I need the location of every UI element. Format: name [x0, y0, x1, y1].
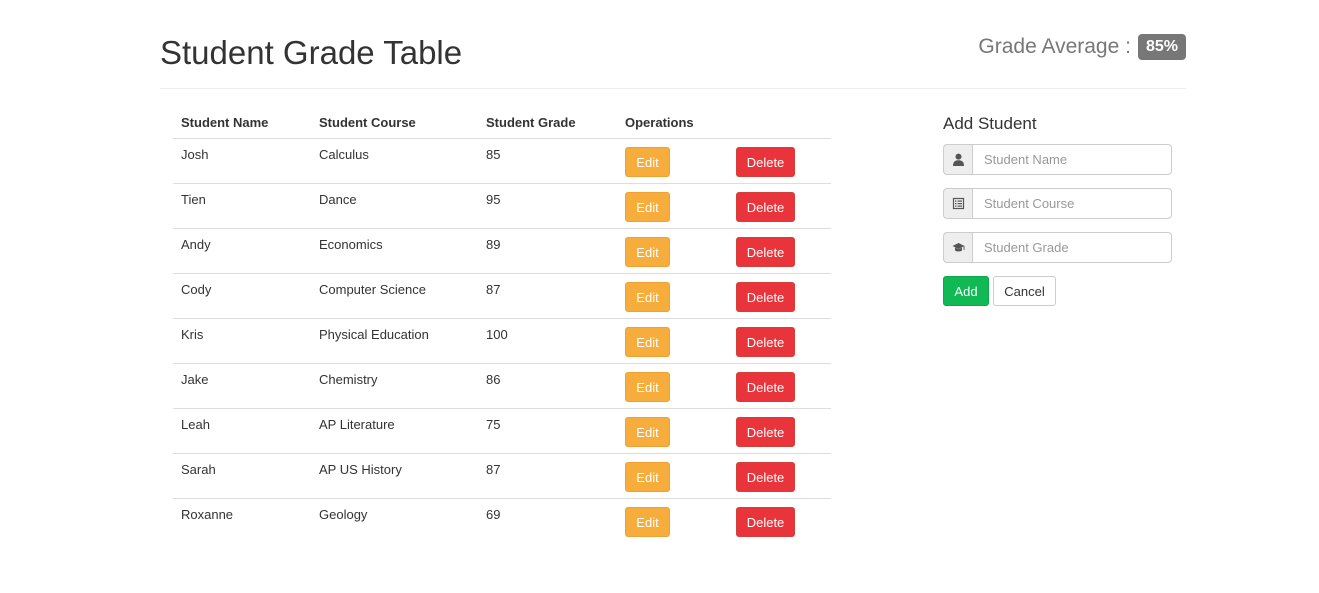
student-course-cell: AP US History [311, 453, 478, 499]
student-name-cell: Cody [173, 273, 311, 319]
column-header-name: Student Name [173, 112, 311, 139]
column-header-operations: Operations [617, 112, 831, 139]
student-course-cell: Chemistry [311, 363, 478, 409]
table-header-row: Student Name Student Course Student Grad… [173, 112, 831, 139]
student-grade-cell: 69 [478, 498, 617, 543]
student-grade-cell: 75 [478, 408, 617, 454]
edit-button[interactable]: Edit [625, 192, 670, 222]
edit-button[interactable]: Edit [625, 417, 670, 447]
operations-cell: Edit Delete [617, 318, 831, 364]
operations-cell: Edit Delete [617, 363, 831, 409]
add-button[interactable]: Add [943, 276, 989, 306]
table-row: Cody Computer Science 87 Edit Delete [173, 273, 831, 319]
operations-cell: Edit Delete [617, 498, 831, 543]
add-student-title: Add Student [943, 114, 1037, 133]
delete-button[interactable]: Delete [736, 237, 795, 267]
table-row: Andy Economics 89 Edit Delete [173, 228, 831, 274]
column-header-grade: Student Grade [478, 112, 617, 139]
student-name-cell: Andy [173, 228, 311, 274]
operations-cell: Edit Delete [617, 183, 831, 229]
student-course-input[interactable] [972, 188, 1172, 219]
edit-button[interactable]: Edit [625, 237, 670, 267]
student-name-group [943, 144, 1172, 175]
operations-cell: Edit Delete [617, 228, 831, 274]
delete-button[interactable]: Delete [736, 282, 795, 312]
table-row: Roxanne Geology 69 Edit Delete [173, 498, 831, 543]
page-title: Student Grade Table [160, 34, 463, 71]
table-header: Student Name Student Course Student Grad… [173, 112, 831, 139]
student-grade-cell: 85 [486, 147, 501, 162]
student-course-cell: Physical Education [311, 318, 478, 364]
operations-cell: Edit Delete [617, 408, 831, 454]
delete-button[interactable]: Delete [736, 507, 795, 537]
student-course-cell: Geology [311, 498, 478, 543]
edit-button[interactable]: Edit [625, 507, 670, 537]
edit-button[interactable]: Edit [625, 327, 670, 357]
student-name-cell: Kris [173, 318, 311, 364]
student-name-cell: Jake [173, 363, 311, 409]
edit-button[interactable]: Edit [625, 282, 670, 312]
edit-button[interactable]: Edit [625, 372, 670, 402]
grade-average-label: Grade Average : [978, 35, 1131, 58]
student-grade-cell: 95 [478, 183, 617, 229]
student-name-input[interactable] [972, 144, 1172, 175]
student-grade-cell: 86 [478, 363, 617, 409]
delete-button[interactable]: Delete [736, 327, 795, 357]
table-row: Josh Calculus 85 Edit Delete [173, 139, 831, 184]
education-icon [943, 232, 972, 263]
student-course-cell: Computer Science [311, 273, 478, 319]
user-icon [943, 144, 972, 175]
cancel-button[interactable]: Cancel [993, 276, 1056, 306]
delete-button[interactable]: Delete [736, 192, 795, 222]
student-grade-input[interactable] [972, 232, 1172, 263]
column-header-course: Student Course [311, 112, 478, 139]
student-grade-cell: 87 [478, 453, 617, 499]
student-grade-table: Student Name Student Course Student Grad… [173, 112, 831, 543]
student-name-cell: Sarah [173, 453, 311, 499]
grade-average-badge: 85% [1137, 34, 1186, 60]
operations-cell: Edit Delete [617, 273, 831, 319]
table-row: Jake Chemistry 86 Edit Delete [173, 363, 831, 409]
delete-button[interactable]: Delete [736, 147, 795, 177]
delete-button[interactable]: Delete [736, 417, 795, 447]
table-row: Sarah AP US History 87 Edit Delete [173, 453, 831, 499]
operations-cell: Edit Delete [617, 453, 831, 499]
list-alt-icon [943, 188, 972, 219]
student-name-cell: Roxanne [173, 498, 311, 543]
form-buttons: Add Cancel [943, 276, 1183, 306]
add-student-panel: Add Student Add Cancel [943, 112, 1183, 306]
operations-cell: Edit Delete [617, 139, 831, 184]
student-course-cell: Economics [311, 228, 478, 274]
student-grade-cell: 89 [478, 228, 617, 274]
student-name-cell: Leah [173, 408, 311, 454]
student-grade-group [943, 232, 1172, 263]
header-divider [160, 88, 1186, 89]
table-row: Leah AP Literature 75 Edit Delete [173, 408, 831, 454]
table-body: Josh Calculus 85 Edit Delete Tien Dance 95 Edit D… [173, 139, 831, 543]
student-grade-cell: 87 [478, 273, 617, 319]
student-course-cell: Dance [311, 183, 478, 229]
delete-button[interactable]: Delete [736, 372, 795, 402]
student-name-cell: Tien [173, 183, 311, 229]
edit-button[interactable]: Edit [625, 462, 670, 492]
edit-button[interactable]: Edit [625, 147, 670, 177]
student-course-cell: Calculus [319, 147, 369, 162]
table-row: Kris Physical Education 100 Edit Delete [173, 318, 831, 364]
student-name-cell: Josh [181, 147, 209, 162]
student-course-group [943, 188, 1172, 219]
student-grade-cell: 100 [478, 318, 617, 364]
table-row: Tien Dance 95 Edit Delete [173, 183, 831, 229]
grade-average: Grade Average : 85% [978, 34, 1186, 60]
student-course-cell: AP Literature [311, 408, 478, 454]
delete-button[interactable]: Delete [736, 462, 795, 492]
